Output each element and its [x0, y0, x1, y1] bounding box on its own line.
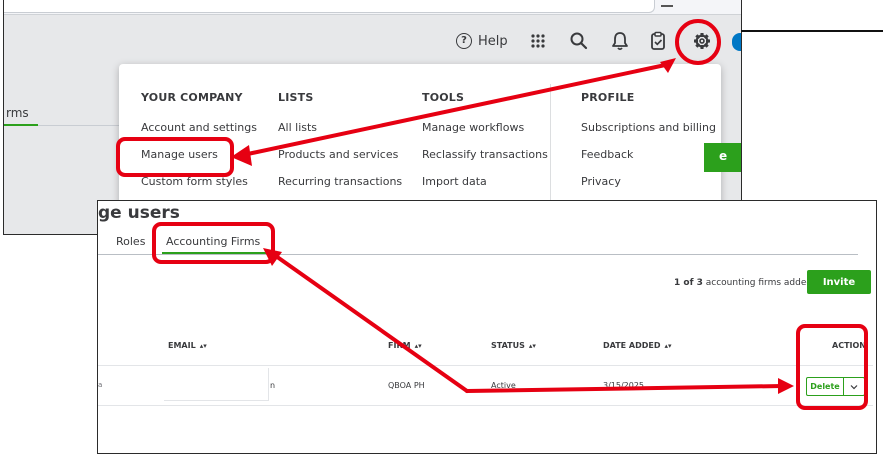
avatar[interactable]	[732, 33, 741, 51]
column-header-date-added[interactable]: DATE ADDED ▴▾	[603, 341, 672, 350]
menu-column-lists: LISTS All lists Products and services Re…	[278, 91, 402, 190]
minimize-icon[interactable]	[661, 5, 673, 7]
column-header-status[interactable]: STATUS ▴▾	[491, 341, 536, 350]
cell-name-fragment: a	[98, 381, 103, 389]
invite-button[interactable]: Invite	[807, 270, 871, 294]
menu-column-tools: TOOLS Manage workflows Reclassify transa…	[422, 91, 548, 190]
firms-count-value: 1 of 3	[674, 278, 703, 288]
partial-green-button-label: e	[719, 149, 728, 163]
page-title: ge users	[98, 203, 180, 223]
table-row-divider	[98, 405, 873, 406]
help-icon: ?	[456, 33, 472, 49]
column-header-status-label: STATUS	[491, 341, 525, 350]
firms-count-text: accounting firms added	[702, 278, 813, 288]
menu-header-lists: LISTS	[278, 91, 314, 104]
column-header-firm[interactable]: FIRM ▴▾	[388, 341, 422, 350]
help-label: Help	[478, 33, 508, 49]
sort-icon: ▴▾	[528, 342, 536, 350]
menu-item-recurring-transactions[interactable]: Recurring transactions	[278, 175, 402, 190]
tasks-clipboard-icon[interactable]	[647, 30, 669, 52]
manage-users-highlight-box	[116, 137, 234, 177]
accounting-firms-highlight-box	[152, 222, 275, 264]
column-header-email-label: EMAIL	[168, 341, 196, 350]
tab-roles[interactable]: Roles	[116, 235, 145, 248]
menu-item-products-services[interactable]: Products and services	[278, 148, 402, 163]
sort-icon: ▴▾	[199, 342, 207, 350]
menu-item-reclassify-transactions[interactable]: Reclassify transactions	[422, 148, 548, 163]
menu-item-custom-form-styles[interactable]: Custom form styles	[141, 175, 257, 190]
menu-column-profile: PROFILE Subscriptions and billing Feedba…	[581, 91, 716, 190]
sort-icon: ▴▾	[664, 342, 672, 350]
callout-line	[741, 30, 883, 32]
menu-item-all-lists[interactable]: All lists	[278, 121, 402, 136]
sort-icon: ▴▾	[414, 342, 422, 350]
menu-header-profile: PROFILE	[581, 91, 635, 104]
menu-item-privacy[interactable]: Privacy	[581, 175, 716, 190]
partial-green-button[interactable]: e	[704, 143, 741, 172]
cell-date-added: 3/15/2025	[603, 381, 645, 390]
cell-status: Active	[491, 381, 516, 390]
column-header-firm-label: FIRM	[388, 341, 411, 350]
table-header-divider	[98, 365, 873, 366]
help-button[interactable]: ? Help	[456, 33, 508, 49]
top-browser-strip	[4, 0, 741, 15]
left-tab-fragment[interactable]: rms	[6, 106, 29, 120]
column-header-email[interactable]: EMAIL ▴▾	[168, 341, 207, 350]
menu-item-subscriptions-billing[interactable]: Subscriptions and billing	[581, 121, 716, 136]
tab-divider	[38, 125, 120, 126]
notifications-bell-icon[interactable]	[609, 30, 631, 52]
column-header-date-label: DATE ADDED	[603, 341, 661, 350]
action-highlight-box	[796, 324, 868, 410]
firms-added-count: 1 of 3 accounting firms added	[674, 278, 812, 288]
menu-header-tools: TOOLS	[422, 91, 465, 104]
redacted-email-cell	[164, 368, 269, 401]
apps-grid-icon[interactable]	[527, 30, 549, 52]
active-tab-underline	[4, 124, 38, 126]
gear-highlight-circle	[675, 19, 721, 65]
menu-item-import-data[interactable]: Import data	[422, 175, 548, 190]
cell-email-fragment: n	[270, 381, 276, 390]
address-bar[interactable]	[4, 0, 655, 13]
menu-header-your-company: YOUR COMPANY	[141, 91, 243, 104]
search-icon[interactable]	[568, 30, 590, 52]
menu-item-account-settings[interactable]: Account and settings	[141, 121, 257, 136]
cell-firm: QBOA PH	[388, 381, 425, 390]
menu-item-feedback[interactable]: Feedback	[581, 148, 716, 163]
menu-item-manage-workflows[interactable]: Manage workflows	[422, 121, 548, 136]
